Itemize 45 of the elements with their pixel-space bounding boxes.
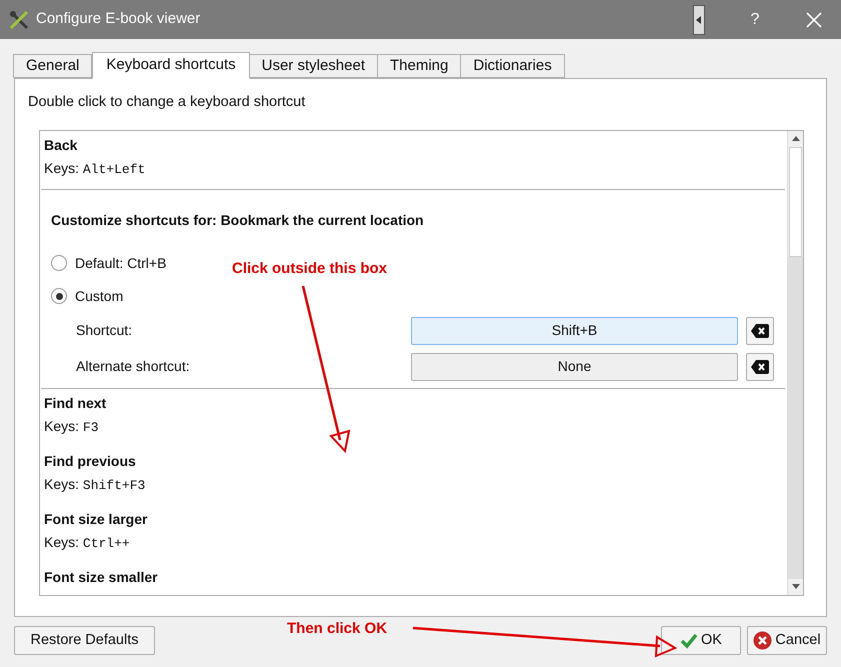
restore-defaults-button[interactable]: Restore Defaults (14, 626, 155, 655)
keys-label: Keys: (44, 160, 80, 176)
action-name: Find next (44, 394, 108, 413)
field-label: Alternate shortcut: (76, 357, 191, 376)
action-name: Back (44, 136, 78, 155)
hint-text: Double click to change a keyboard shortcut (28, 93, 306, 112)
clear-icon[interactable] (746, 352, 774, 381)
scrollbar[interactable] (787, 130, 803, 595)
window-title: Configure E-book viewer (36, 9, 202, 30)
help-button[interactable]: ? (745, 8, 765, 32)
radio-button[interactable] (51, 288, 67, 304)
key-combo: Shift+F3 (82, 478, 146, 493)
radio-button[interactable] (51, 255, 67, 272)
checkmark-icon (680, 632, 698, 648)
keys-label: Keys: (44, 476, 80, 492)
radio-option[interactable]: Default: Ctrl+B (51, 246, 166, 280)
shortcut-button[interactable]: Shift+B (411, 316, 738, 345)
tab[interactable]: General (13, 54, 92, 78)
clear-icon[interactable] (746, 316, 774, 345)
annotation-text: Then click OK (287, 619, 388, 639)
action-name: Font size smaller (44, 568, 159, 587)
keys-label: Keys: (44, 534, 80, 550)
scroll-thumb[interactable] (789, 146, 802, 257)
scroll-up-icon[interactable] (792, 136, 800, 142)
editor-heading: Customize shortcuts for: Bookmark the current location (51, 210, 425, 230)
cancel-button[interactable]: Cancel (747, 626, 827, 655)
tab[interactable]: Dictionaries (460, 54, 565, 78)
key-combo: Alt+Left (82, 162, 146, 177)
tab[interactable]: Theming (377, 54, 462, 78)
action-name: Find previous (44, 452, 137, 471)
keys-label: Keys: (44, 418, 80, 434)
field-label: Shortcut: (76, 321, 134, 340)
cancel-icon (753, 631, 772, 650)
ok-button[interactable]: OK (661, 626, 741, 655)
shortcut-button[interactable]: None (411, 352, 738, 381)
scroll-down-icon[interactable] (792, 584, 800, 590)
tab[interactable]: Keyboard shortcuts (92, 52, 250, 79)
close-icon[interactable] (805, 10, 823, 28)
tools-icon (8, 8, 30, 30)
action-name: Font size larger (44, 510, 148, 529)
radio-option[interactable]: Custom (51, 280, 124, 313)
key-combo: F3 (82, 420, 99, 435)
annotation-text: Click outside this box (232, 259, 388, 279)
tab[interactable]: User stylesheet (248, 54, 378, 78)
key-combo: Ctrl++ (82, 536, 130, 551)
